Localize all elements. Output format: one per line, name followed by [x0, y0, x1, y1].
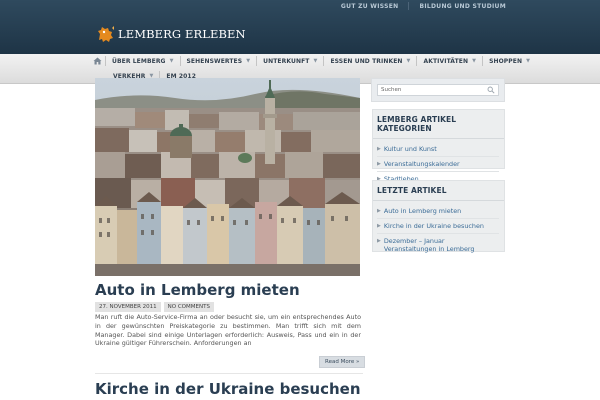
lion-logo-icon: [98, 26, 114, 42]
post-title[interactable]: Kirche in der Ukraine besuchen: [95, 380, 361, 398]
search-placeholder: Suchen: [381, 87, 402, 93]
home-icon[interactable]: [89, 54, 105, 68]
nav-item-label: ESSEN UND TRINKEN: [330, 57, 403, 65]
site-logo[interactable]: LEMBERG ERLEBEN: [96, 24, 246, 44]
search-icon[interactable]: [487, 86, 495, 94]
nav-item-essen-und-trinken[interactable]: ESSEN UND TRINKEN ▼: [324, 54, 416, 68]
recent-posts-widget: LETZTE ARTIKEL ▶ Auto in Lemberg mieten ▶…: [372, 180, 505, 253]
post-title[interactable]: Auto in Lemberg mieten: [95, 281, 300, 299]
chevron-down-icon: ▼: [526, 58, 531, 64]
arrow-right-icon: ▶: [377, 208, 381, 214]
nav-item-shoppen[interactable]: SHOPPEN ▼: [483, 54, 536, 68]
list-item[interactable]: ▶ Auto in Lemberg mieten: [377, 204, 499, 219]
post-divider: [95, 373, 363, 374]
nav-item-label: AKTIVITÄTEN: [423, 57, 469, 65]
toplink-gut-zu-wissen[interactable]: GUT ZU WISSEN: [341, 2, 399, 10]
list-item[interactable]: ▶ Dezember – Januar Veranstaltungen in Le…: [377, 234, 499, 256]
top-links: GUT ZU WISSEN BILDUNG UND STUDIUM: [341, 2, 506, 10]
widget-title: LETZTE ARTIKEL: [373, 181, 504, 201]
list-item[interactable]: ▶ Veranstaltungskalender: [377, 157, 499, 172]
nav-item-label: UNTERKUNFT: [263, 57, 310, 65]
nav-item-unterkunft[interactable]: UNTERKUNFT ▼: [257, 54, 323, 68]
recent-post-link[interactable]: Dezember – Januar Veranstaltungen in Lem…: [384, 237, 499, 253]
chevron-down-icon: ▼: [169, 58, 174, 64]
site-header: GUT ZU WISSEN BILDUNG UND STUDIUM LEMBER…: [0, 0, 600, 54]
nav-item-sehenswertes[interactable]: SEHENSWERTES ▼: [181, 54, 257, 68]
toplink-divider: [408, 2, 410, 10]
recent-post-link[interactable]: Auto in Lemberg mieten: [384, 207, 461, 215]
category-link[interactable]: Kultur und Kunst: [384, 145, 437, 153]
search-input[interactable]: Suchen: [377, 84, 499, 96]
widget-title: LEMBERG ARTIKEL KATEGORIEN: [373, 110, 504, 139]
list-item[interactable]: ▶ Kultur und Kunst: [377, 142, 499, 157]
nav-item-label: ÜBER LEMBERG: [112, 57, 166, 65]
category-link[interactable]: Veranstaltungskalender: [384, 160, 460, 168]
city-panorama-image: [95, 78, 360, 276]
arrow-right-icon: ▶: [377, 146, 381, 152]
post-date: 27. NOVEMBER 2011: [95, 302, 161, 312]
chevron-down-icon: ▼: [246, 58, 251, 64]
nav-item-ueber-lemberg[interactable]: ÜBER LEMBERG ▼: [106, 54, 180, 68]
post-featured-image[interactable]: [95, 78, 360, 276]
chevron-down-icon: ▼: [472, 58, 477, 64]
site-name: LEMBERG ERLEBEN: [118, 27, 246, 41]
list-item[interactable]: ▶ Kirche in der Ukraine besuchen: [377, 219, 499, 234]
nav-item-aktivitaeten[interactable]: AKTIVITÄTEN ▼: [417, 54, 482, 68]
chevron-down-icon: ▼: [313, 58, 318, 64]
chevron-down-icon: ▼: [406, 58, 411, 64]
toplink-bildung-und-studium[interactable]: BILDUNG UND STUDIUM: [419, 2, 506, 10]
nav-row: ÜBER LEMBERG ▼ SEHENSWERTES ▼ UNTERKUNFT ▼ …: [89, 54, 536, 68]
search-widget: Suchen: [371, 78, 505, 102]
categories-widget: LEMBERG ARTIKEL KATEGORIEN ▶ Kultur und K…: [372, 109, 505, 183]
read-more-button[interactable]: Read More »: [319, 356, 366, 368]
nav-item-label: SHOPPEN: [489, 57, 523, 65]
post-meta: 27. NOVEMBER 2011 NO COMMENTS: [95, 302, 214, 312]
post-comments-link[interactable]: NO COMMENTS: [163, 302, 214, 312]
post-excerpt: Man ruft die Auto-Service-Firma an oder …: [95, 313, 361, 348]
arrow-right-icon: ▶: [377, 161, 381, 167]
nav-item-label: SEHENSWERTES: [186, 57, 243, 65]
arrow-right-icon: ▶: [377, 223, 381, 229]
arrow-right-icon: ▶: [377, 238, 381, 244]
recent-post-link[interactable]: Kirche in der Ukraine besuchen: [384, 222, 484, 230]
recent-posts-list: ▶ Auto in Lemberg mieten ▶ Kirche in der U…: [373, 201, 504, 258]
